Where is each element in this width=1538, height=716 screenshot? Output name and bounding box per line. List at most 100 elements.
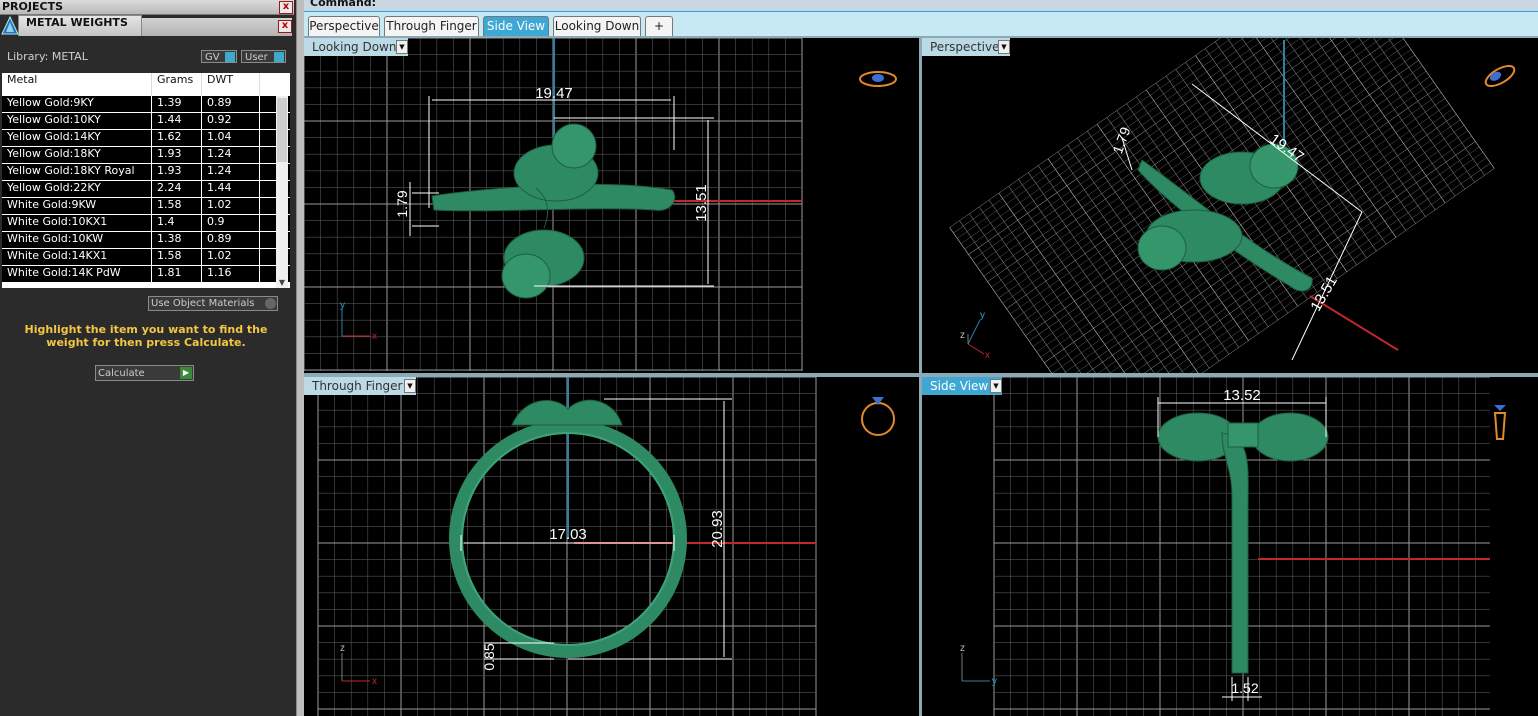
use-object-materials-toggle[interactable]: Use Object Materials bbox=[148, 296, 278, 311]
table-row[interactable]: White Gold:10KW 1.38 0.89 bbox=[2, 232, 290, 249]
gv-toggle[interactable]: GV bbox=[201, 50, 237, 63]
table-row[interactable]: Yellow Gold:18KY 1.93 1.24 bbox=[2, 147, 290, 164]
perspective-view-icon bbox=[1484, 64, 1516, 88]
table-row[interactable]: Yellow Gold:14KY 1.62 1.04 bbox=[2, 130, 290, 147]
table-row[interactable]: Yellow Gold:18KY Royal 1.93 1.24 bbox=[2, 164, 290, 181]
dim-height-label: 20.93 bbox=[709, 510, 726, 548]
viewport-title: Looking Down bbox=[312, 40, 397, 54]
viewport-side-view[interactable]: 13.52 1.52 z y Side View ▼ bbox=[922, 377, 1538, 716]
close-projects-button[interactable]: x bbox=[279, 1, 293, 14]
cell-metal: White Gold:14K PdW bbox=[2, 266, 152, 282]
cell-dwt: 1.24 bbox=[202, 147, 260, 163]
projects-title: PROJECTS bbox=[2, 0, 63, 13]
use-object-materials-label: Use Object Materials bbox=[151, 298, 255, 309]
dim-band-label: 0.85 bbox=[481, 643, 497, 670]
chevron-down-icon[interactable]: ▼ bbox=[990, 379, 1002, 393]
dim-band-label: 1.52 bbox=[1231, 680, 1258, 696]
through-finger-canvas: 17.03 20.93 0.85 z x bbox=[317, 377, 895, 716]
cell-dwt: 1.44 bbox=[202, 181, 260, 197]
looking-down-canvas: 19.47 13.51 1.79 y x bbox=[304, 38, 897, 371]
axis-z-label: z bbox=[960, 643, 965, 654]
axis-y-label: y bbox=[992, 676, 997, 687]
dim-width-label: 13.52 bbox=[1223, 387, 1261, 404]
viewport-perspective[interactable]: 19.47 13.51 1.79 y x z Perspective ▼ bbox=[922, 38, 1538, 373]
perspective-canvas: 19.47 13.51 1.79 y x z bbox=[949, 38, 1516, 373]
cell-dwt: 1.24 bbox=[202, 164, 260, 180]
table-row[interactable]: White Gold:9KW 1.58 1.02 bbox=[2, 198, 290, 215]
cell-grams: 1.58 bbox=[152, 249, 202, 265]
cell-metal: Yellow Gold:9KY bbox=[2, 96, 152, 112]
viewport-label-side-view[interactable]: Side View ▼ bbox=[922, 377, 1002, 395]
tab-looking-down[interactable]: Looking Down bbox=[553, 16, 641, 36]
dim-band-label: 1.79 bbox=[394, 190, 410, 217]
viewport-looking-down[interactable]: 19.47 13.51 1.79 y x Looking Down ▼ bbox=[304, 38, 919, 373]
front-view-icon bbox=[861, 397, 895, 436]
command-bar: Command: bbox=[304, 0, 1538, 12]
dimension-lines bbox=[460, 398, 732, 660]
metal-weights-panel: PROJECTS x METAL WEIGHTS x Library: META… bbox=[0, 0, 296, 716]
cell-metal: Yellow Gold:18KY Royal bbox=[2, 164, 152, 180]
cell-dwt: 0.89 bbox=[202, 232, 260, 248]
viewport-through-finger[interactable]: 17.03 20.93 0.85 z x Through Finger ▼ bbox=[304, 377, 919, 716]
instruction-text: Highlight the item you want to find the … bbox=[24, 323, 268, 349]
top-view-icon bbox=[859, 71, 897, 87]
table-row[interactable]: Yellow Gold:10KY 1.44 0.92 bbox=[2, 113, 290, 130]
scroll-thumb[interactable] bbox=[277, 98, 287, 162]
tab-through-finger[interactable]: Through Finger bbox=[384, 16, 479, 36]
cell-dwt: 0.89 bbox=[202, 96, 260, 112]
chevron-down-icon[interactable]: ▼ bbox=[404, 379, 416, 393]
viewport-label-perspective[interactable]: Perspective ▼ bbox=[922, 38, 1010, 56]
cell-grams: 1.58 bbox=[152, 198, 202, 214]
cell-grams: 1.93 bbox=[152, 147, 202, 163]
tab-side-view[interactable]: Side View bbox=[483, 16, 549, 36]
scroll-down-icon[interactable]: ▼ bbox=[276, 278, 288, 288]
calculate-label: Calculate bbox=[98, 368, 145, 379]
chevron-down-icon[interactable]: ▼ bbox=[998, 40, 1010, 54]
cell-dwt: 1.02 bbox=[202, 249, 260, 265]
cell-grams: 1.81 bbox=[152, 266, 202, 282]
cell-dwt: 0.92 bbox=[202, 113, 260, 129]
metal-weights-title: METAL WEIGHTS bbox=[26, 16, 128, 29]
close-metal-weights-button[interactable]: x bbox=[278, 20, 292, 33]
toggle-knob bbox=[265, 298, 276, 309]
table-row[interactable]: White Gold:14K PdW 1.81 1.16 bbox=[2, 266, 290, 283]
table-row[interactable]: Yellow Gold:22KY 2.24 1.44 bbox=[2, 181, 290, 198]
cell-dwt: 1.02 bbox=[202, 198, 260, 214]
cell-grams: 1.38 bbox=[152, 232, 202, 248]
column-header-metal[interactable]: Metal bbox=[2, 73, 152, 96]
library-label: Library: METAL bbox=[7, 50, 88, 63]
chevron-down-icon[interactable]: ▼ bbox=[396, 40, 408, 54]
cell-metal: White Gold:10KW bbox=[2, 232, 152, 248]
metal-weights-header: METAL WEIGHTS x bbox=[0, 15, 294, 37]
table-row[interactable]: White Gold:10KX1 1.4 0.9 bbox=[2, 215, 290, 232]
axis-y-label: y bbox=[980, 310, 985, 321]
axis-z-label: z bbox=[340, 643, 345, 654]
viewport-label-through-finger[interactable]: Through Finger ▼ bbox=[304, 377, 416, 395]
column-header-grams[interactable]: Grams bbox=[152, 73, 202, 96]
column-header-dwt[interactable]: DWT bbox=[202, 73, 260, 96]
axis-gizmo bbox=[961, 653, 990, 682]
cell-metal: Yellow Gold:18KY bbox=[2, 147, 152, 163]
user-toggle-label: User bbox=[245, 52, 268, 63]
table-scrollbar[interactable]: ▼ bbox=[276, 96, 288, 288]
cell-metal: Yellow Gold:10KY bbox=[2, 113, 152, 129]
cell-grams: 1.44 bbox=[152, 113, 202, 129]
toggle-knob bbox=[225, 52, 235, 62]
dim-width-label: 19.47 bbox=[535, 85, 573, 102]
cell-grams: 1.4 bbox=[152, 215, 202, 231]
projects-header: PROJECTS x bbox=[0, 0, 294, 15]
cell-dwt: 1.04 bbox=[202, 130, 260, 146]
play-icon: ▶ bbox=[180, 367, 192, 379]
table-row[interactable]: Yellow Gold:9KY 1.39 0.89 bbox=[2, 96, 290, 113]
table-row[interactable]: White Gold:14KX1 1.58 1.02 bbox=[2, 249, 290, 266]
viewport-label-looking-down[interactable]: Looking Down ▼ bbox=[304, 38, 408, 56]
dim-height-label: 13.51 bbox=[693, 184, 710, 222]
viewport-area: 19.47 13.51 1.79 y x Looking Down ▼ 19.4… bbox=[304, 36, 1538, 716]
add-tab-button[interactable]: + bbox=[645, 16, 673, 36]
metal-weights-tab[interactable]: METAL WEIGHTS bbox=[18, 15, 142, 36]
tab-perspective[interactable]: Perspective bbox=[308, 16, 380, 36]
user-toggle[interactable]: User bbox=[241, 50, 286, 63]
calculate-button[interactable]: Calculate ▶ bbox=[95, 365, 194, 381]
header-fill bbox=[142, 18, 292, 36]
cell-grams: 1.62 bbox=[152, 130, 202, 146]
